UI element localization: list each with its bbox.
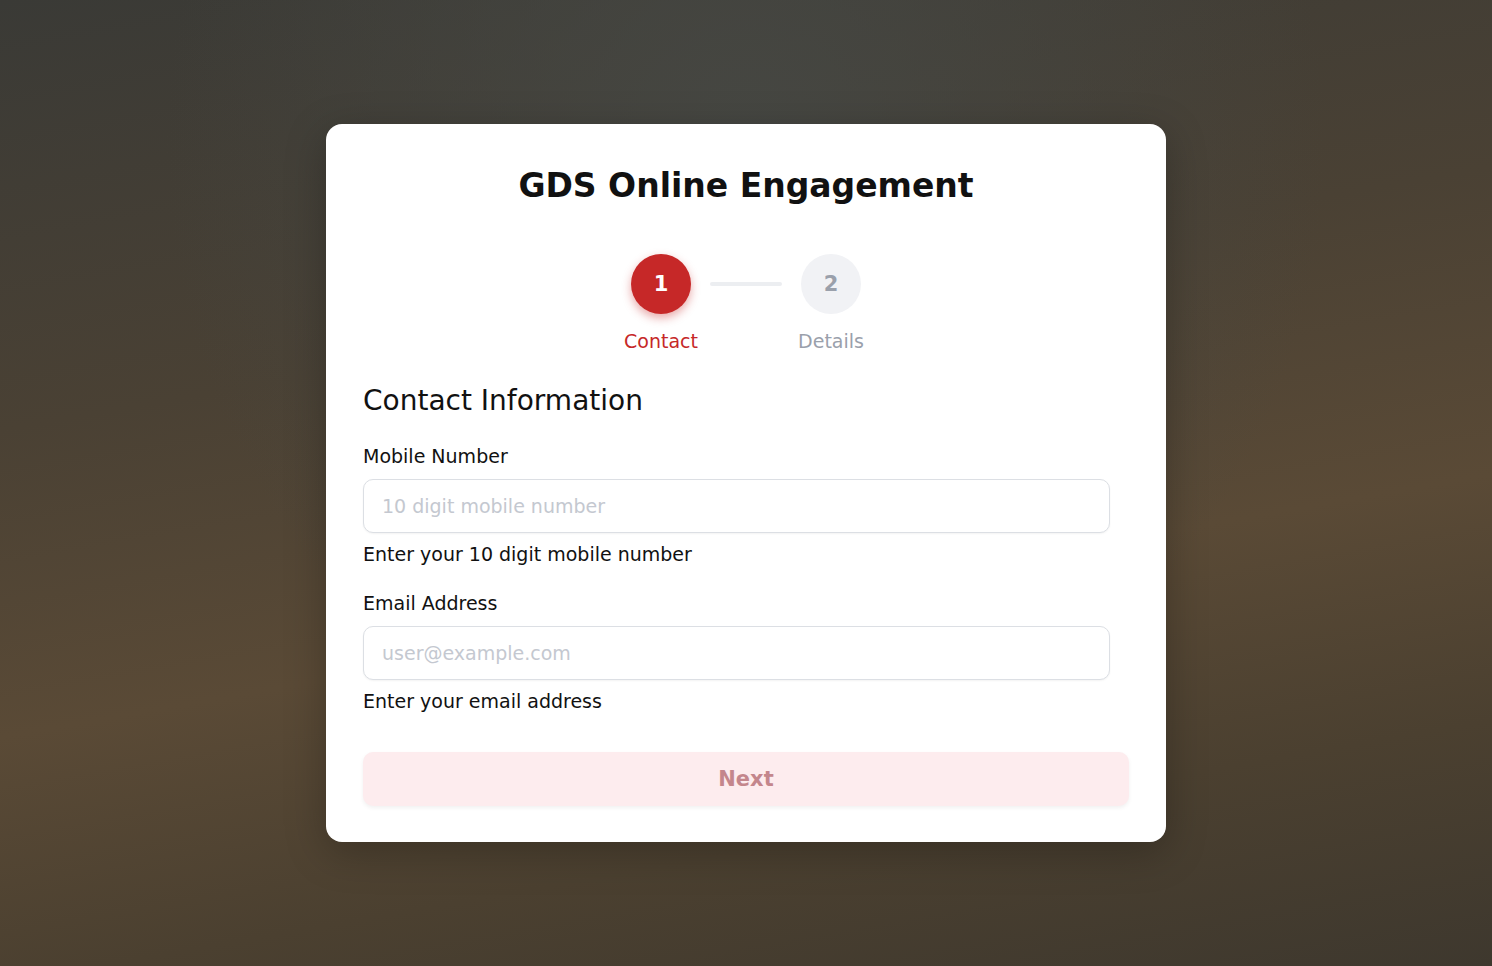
- step: 1 Contact: [612, 254, 710, 354]
- step-connector: [710, 282, 782, 286]
- step: 2 Details: [782, 254, 880, 354]
- step-number: 2: [801, 254, 861, 314]
- field-help: Enter your 10 digit mobile number: [363, 541, 1129, 567]
- section-title: Contact Information: [363, 382, 1129, 420]
- step-label: Details: [798, 328, 864, 354]
- text-input[interactable]: [363, 479, 1110, 533]
- field-label: Email Address: [363, 590, 1129, 616]
- stepper: 1 Contact 2 Details: [363, 254, 1129, 354]
- form-field: Email Address Enter your email address: [363, 590, 1129, 714]
- step-label: Contact: [624, 328, 698, 354]
- step-number: 1: [631, 254, 691, 314]
- field-help: Enter your email address: [363, 688, 1129, 714]
- form-card: GDS Online Engagement 1 Contact 2 Details Con…: [326, 124, 1166, 842]
- field-label: Mobile Number: [363, 443, 1129, 469]
- next-button[interactable]: Next: [363, 752, 1129, 806]
- page-background: GDS Online Engagement 1 Contact 2 Details Con…: [0, 0, 1492, 966]
- app-title: GDS Online Engagement: [363, 164, 1129, 208]
- text-input[interactable]: [363, 626, 1110, 680]
- form-field: Mobile Number Enter your 10 digit mobile …: [363, 443, 1129, 567]
